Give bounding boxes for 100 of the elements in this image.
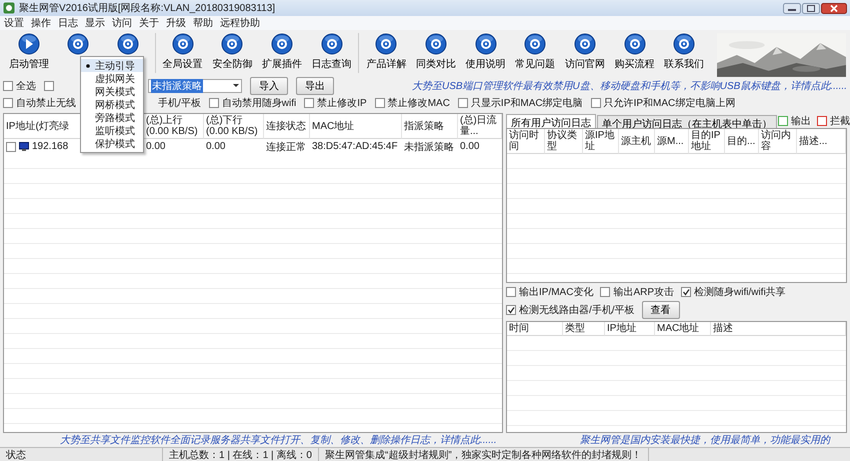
checkbox-label: 输出 [791,114,811,128]
checkbox-label: 禁止修改IP [317,96,367,110]
column-header[interactable]: 时间 [509,323,529,334]
column-header[interactable]: 源IP地址 [585,130,616,152]
table-cell: 38:D5:47:AD:45:4F [312,141,398,152]
check-icon [682,288,690,296]
column-header[interactable]: MAC地址 [657,323,700,334]
column-header[interactable]: 源M... [657,136,684,146]
gear-icon [574,33,596,55]
toolbar-button[interactable]: 安全防御 [208,33,258,71]
policy-select[interactable]: 未指派策略 [148,78,242,92]
column-header[interactable]: 连接状态 [266,120,306,132]
column-header[interactable]: 访问时间 [509,130,542,152]
menu-item[interactable]: 旁路模式 [81,111,143,124]
table-cell: 0.00 [146,141,166,152]
checkbox[interactable] [590,98,601,108]
menu-item[interactable]: 关于 [139,16,159,30]
toolbar-button[interactable]: 全局设置 [158,33,208,71]
checkbox[interactable] [600,287,610,297]
checkbox[interactable] [458,98,468,108]
column-header[interactable]: 类型 [565,323,585,334]
menu-item[interactable]: 远程协助 [220,16,260,30]
column-header[interactable]: IP地址 [607,323,636,334]
menu-item[interactable]: 操作 [31,16,51,30]
menu-item[interactable]: 主动引导 [81,59,143,72]
menu-item[interactable]: 帮助 [193,16,213,30]
column-header[interactable]: 访问内容 [761,130,794,152]
toolbar-button[interactable]: 产品详解 [361,33,412,71]
toolbar-button[interactable]: 导入 [250,76,288,94]
gear-icon [320,33,343,55]
checkbox[interactable] [3,98,13,108]
view-button[interactable]: 查看 [642,301,680,319]
checkbox-label: 只显示IP和MAC绑定电脑 [470,96,583,110]
checkbox[interactable] [304,98,314,108]
tab[interactable]: 所有用户访问日志 [506,114,596,128]
toolbar-button[interactable]: 购买流程 [610,33,660,71]
menu-item[interactable]: 网关模式 [81,85,143,98]
menu-item[interactable]: 网桥模式 [81,98,143,111]
checkbox[interactable] [817,116,827,126]
checkbox-label: 输出ARP攻击 [613,286,674,299]
toolbar-button[interactable]: 联系我们 [659,33,709,71]
promo-link[interactable]: 聚生网管是国内安装最快捷，使用最简单，功能最实用的 [580,433,830,447]
column-header[interactable]: (总)日流量... [460,115,499,137]
gear-icon [271,33,294,55]
checkbox-label: 全选 [16,80,36,92]
menu-item[interactable]: 显示 [85,16,105,30]
column-header[interactable]: 描述 [713,323,733,334]
toolbar-button[interactable]: 扩展插件 [257,33,307,71]
toolbar-button[interactable]: 同类对比 [411,33,461,71]
toolbar-button[interactable]: 启动管理 [4,33,54,71]
checkbox-label: 检测无线路由器/手机/平板 [519,304,635,317]
checkbox[interactable] [6,142,16,152]
checkbox[interactable] [778,116,788,126]
toolbar-button[interactable]: 使用说明 [460,33,510,71]
table-cell-text: 连接正常 [266,140,306,154]
menu-item[interactable]: 升级 [166,16,186,30]
bullet-icon [86,64,90,68]
column-header[interactable]: 描述... [799,136,828,146]
toolbar-button[interactable]: 导出 [296,76,334,94]
status-message: 聚生网管集成“超级封堵规则”，独家实时定制各种网络软件的封堵规则！ [319,448,649,461]
table-cell: 0.00 [206,141,226,152]
toolbar-button[interactable]: 访问官网 [560,33,610,71]
checkbox[interactable] [506,305,516,315]
promo-link[interactable]: 大势至USB端口管理软件最有效禁用U盘、移动硬盘和手机等，不影响USB鼠标键盘，详情点此...... [412,78,847,92]
gear-icon [221,33,244,55]
checkbox[interactable] [374,98,385,108]
menu-item[interactable]: 设置 [4,16,24,30]
checkbox-label: 自动禁用随身wifi [222,96,296,110]
toolbar-button[interactable]: 日志查询 [306,33,356,71]
checkbox[interactable] [681,287,692,297]
column-header[interactable]: (总)上行(0.00 KB/S) [146,115,201,137]
column-header[interactable]: 目的IP地址 [691,130,722,152]
maximize-icon[interactable] [802,2,820,14]
column-header[interactable]: 源主机 [621,136,651,146]
gear-icon [673,33,696,55]
column-header[interactable]: 协议类型 [547,130,580,152]
column-header[interactable]: 指派策略 [404,120,444,132]
checkbox[interactable] [208,98,219,108]
column-header[interactable]: IP地址(灯亮绿 [6,120,69,132]
toolbar-button[interactable]: 常见问题 [510,33,560,71]
menu-item[interactable]: 监听模式 [81,124,143,137]
checkbox-label: 只允许IP和MAC绑定电脑上网 [604,96,736,110]
column-header[interactable]: 目的... [727,136,756,146]
minimize-icon[interactable] [783,2,801,14]
menu-item[interactable]: 访问 [112,16,132,30]
table-cell: 192.168 [32,141,68,152]
caret-icon [233,84,239,87]
host-counts: 主机总数：1 | 在线：1 | 离线：0 [163,448,319,461]
close-icon[interactable] [821,2,847,14]
menu-item[interactable]: 保护模式 [81,137,143,150]
checkbox[interactable] [44,80,54,90]
gear-icon [624,33,646,55]
checkbox[interactable] [3,80,13,90]
menu-item[interactable]: 虚拟网关 [81,72,143,85]
promo-link[interactable]: 大势至共享文件监控软件全面记录服务器共享文件打开、复制、修改、删除操作日志，详情点此...... [60,433,497,447]
column-header[interactable]: MAC地址 [312,120,354,132]
checkbox[interactable] [506,287,516,297]
checkbox-label: 输出IP/MAC变化 [519,286,594,299]
column-header[interactable]: (总)下行(0.00 KB/S) [206,115,261,137]
menu-item[interactable]: 日志 [58,16,78,30]
